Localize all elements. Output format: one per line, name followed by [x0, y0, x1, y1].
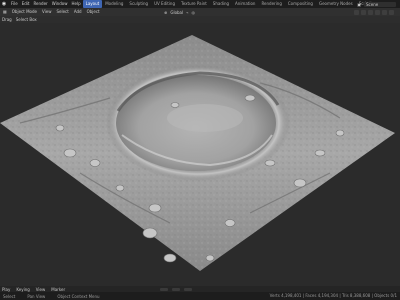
- add-menu[interactable]: Add: [73, 8, 83, 16]
- crater-terrain-render: [0, 35, 395, 271]
- scene-statistics: Verts 4,198,401 | Faces 4,194,304 | Tris…: [269, 293, 397, 298]
- timeline-view-menu[interactable]: View: [36, 287, 46, 292]
- marker-menu[interactable]: Marker: [51, 287, 65, 292]
- viewport-shading-controls: [354, 8, 394, 16]
- 3d-viewport[interactable]: [0, 23, 400, 286]
- proportional-edit-icon[interactable]: ◎: [192, 10, 196, 15]
- status-hint-pan: Pan View: [27, 293, 46, 299]
- scene-selector[interactable]: Scene: [364, 1, 396, 7]
- tab-shading[interactable]: Shading: [210, 0, 232, 8]
- snap-icon[interactable]: ⌁: [186, 10, 188, 15]
- tool-settings-bar: Drag Select Box: [0, 16, 400, 23]
- object-menu[interactable]: Object: [86, 8, 101, 16]
- play-button[interactable]: [172, 287, 180, 291]
- rendered-shading-icon[interactable]: [389, 9, 394, 15]
- keying-menu[interactable]: Keying: [16, 287, 29, 292]
- view-menu[interactable]: View: [41, 8, 53, 16]
- editor-type-icon[interactable]: ▦: [2, 8, 8, 16]
- transform-orientation[interactable]: Global: [170, 10, 183, 15]
- tab-texture-paint[interactable]: Texture Paint: [178, 0, 210, 8]
- tab-uv-editing[interactable]: UV Editing: [151, 0, 178, 8]
- top-right-controls: ▣ Scene: [357, 0, 396, 8]
- wireframe-shading-icon[interactable]: [368, 9, 373, 15]
- transform-orientation-icon[interactable]: ⊕: [164, 10, 167, 15]
- viewport-header: ▦ Object Mode View Select Add Object ⊕ G…: [0, 8, 400, 16]
- status-hint-select: Select: [3, 293, 16, 299]
- menu-window[interactable]: Window: [50, 0, 70, 8]
- transform-controls: ⊕ Global ⌁ ◎: [164, 8, 195, 16]
- tab-rendering[interactable]: Rendering: [258, 0, 284, 8]
- overlay-toggle-icon[interactable]: [354, 9, 359, 15]
- workspace-tabs: Layout Modeling Sculpting UV Editing Tex…: [82, 0, 386, 8]
- xray-toggle-icon[interactable]: [361, 9, 366, 15]
- tab-layout[interactable]: Layout: [82, 0, 103, 8]
- solid-shading-icon[interactable]: [375, 9, 380, 15]
- jump-end-button[interactable]: [184, 287, 192, 291]
- top-bar: ◉ File Edit Render Window Help Layout Mo…: [0, 0, 400, 8]
- tab-modeling[interactable]: Modeling: [102, 0, 126, 8]
- select-menu[interactable]: Select: [55, 8, 69, 16]
- tab-compositing[interactable]: Compositing: [285, 0, 316, 8]
- menu-file[interactable]: File: [9, 0, 20, 8]
- scene-icon: ▣: [357, 1, 361, 7]
- status-bar: Select Pan View Object Context Menu Vert…: [0, 292, 400, 300]
- menu-help[interactable]: Help: [69, 0, 82, 8]
- drag-tool-label[interactable]: Drag: [2, 17, 12, 22]
- menu-render[interactable]: Render: [31, 0, 49, 8]
- select-box-option[interactable]: Select Box: [16, 17, 37, 22]
- tab-geometry-nodes[interactable]: Geometry Nodes: [316, 0, 356, 8]
- playback-menu[interactable]: Play: [2, 287, 10, 292]
- tab-sculpting[interactable]: Sculpting: [126, 0, 151, 8]
- menu-edit[interactable]: Edit: [20, 0, 32, 8]
- blender-logo-icon[interactable]: ◉: [1, 1, 7, 7]
- playback-controls: [160, 287, 192, 291]
- status-hint-context: Object Context Menu: [57, 293, 100, 299]
- tab-animation[interactable]: Animation: [232, 0, 258, 8]
- material-shading-icon[interactable]: [382, 9, 387, 15]
- jump-start-button[interactable]: [160, 287, 168, 291]
- mode-selector[interactable]: Object Mode: [11, 8, 38, 16]
- crater-floor: [167, 104, 243, 132]
